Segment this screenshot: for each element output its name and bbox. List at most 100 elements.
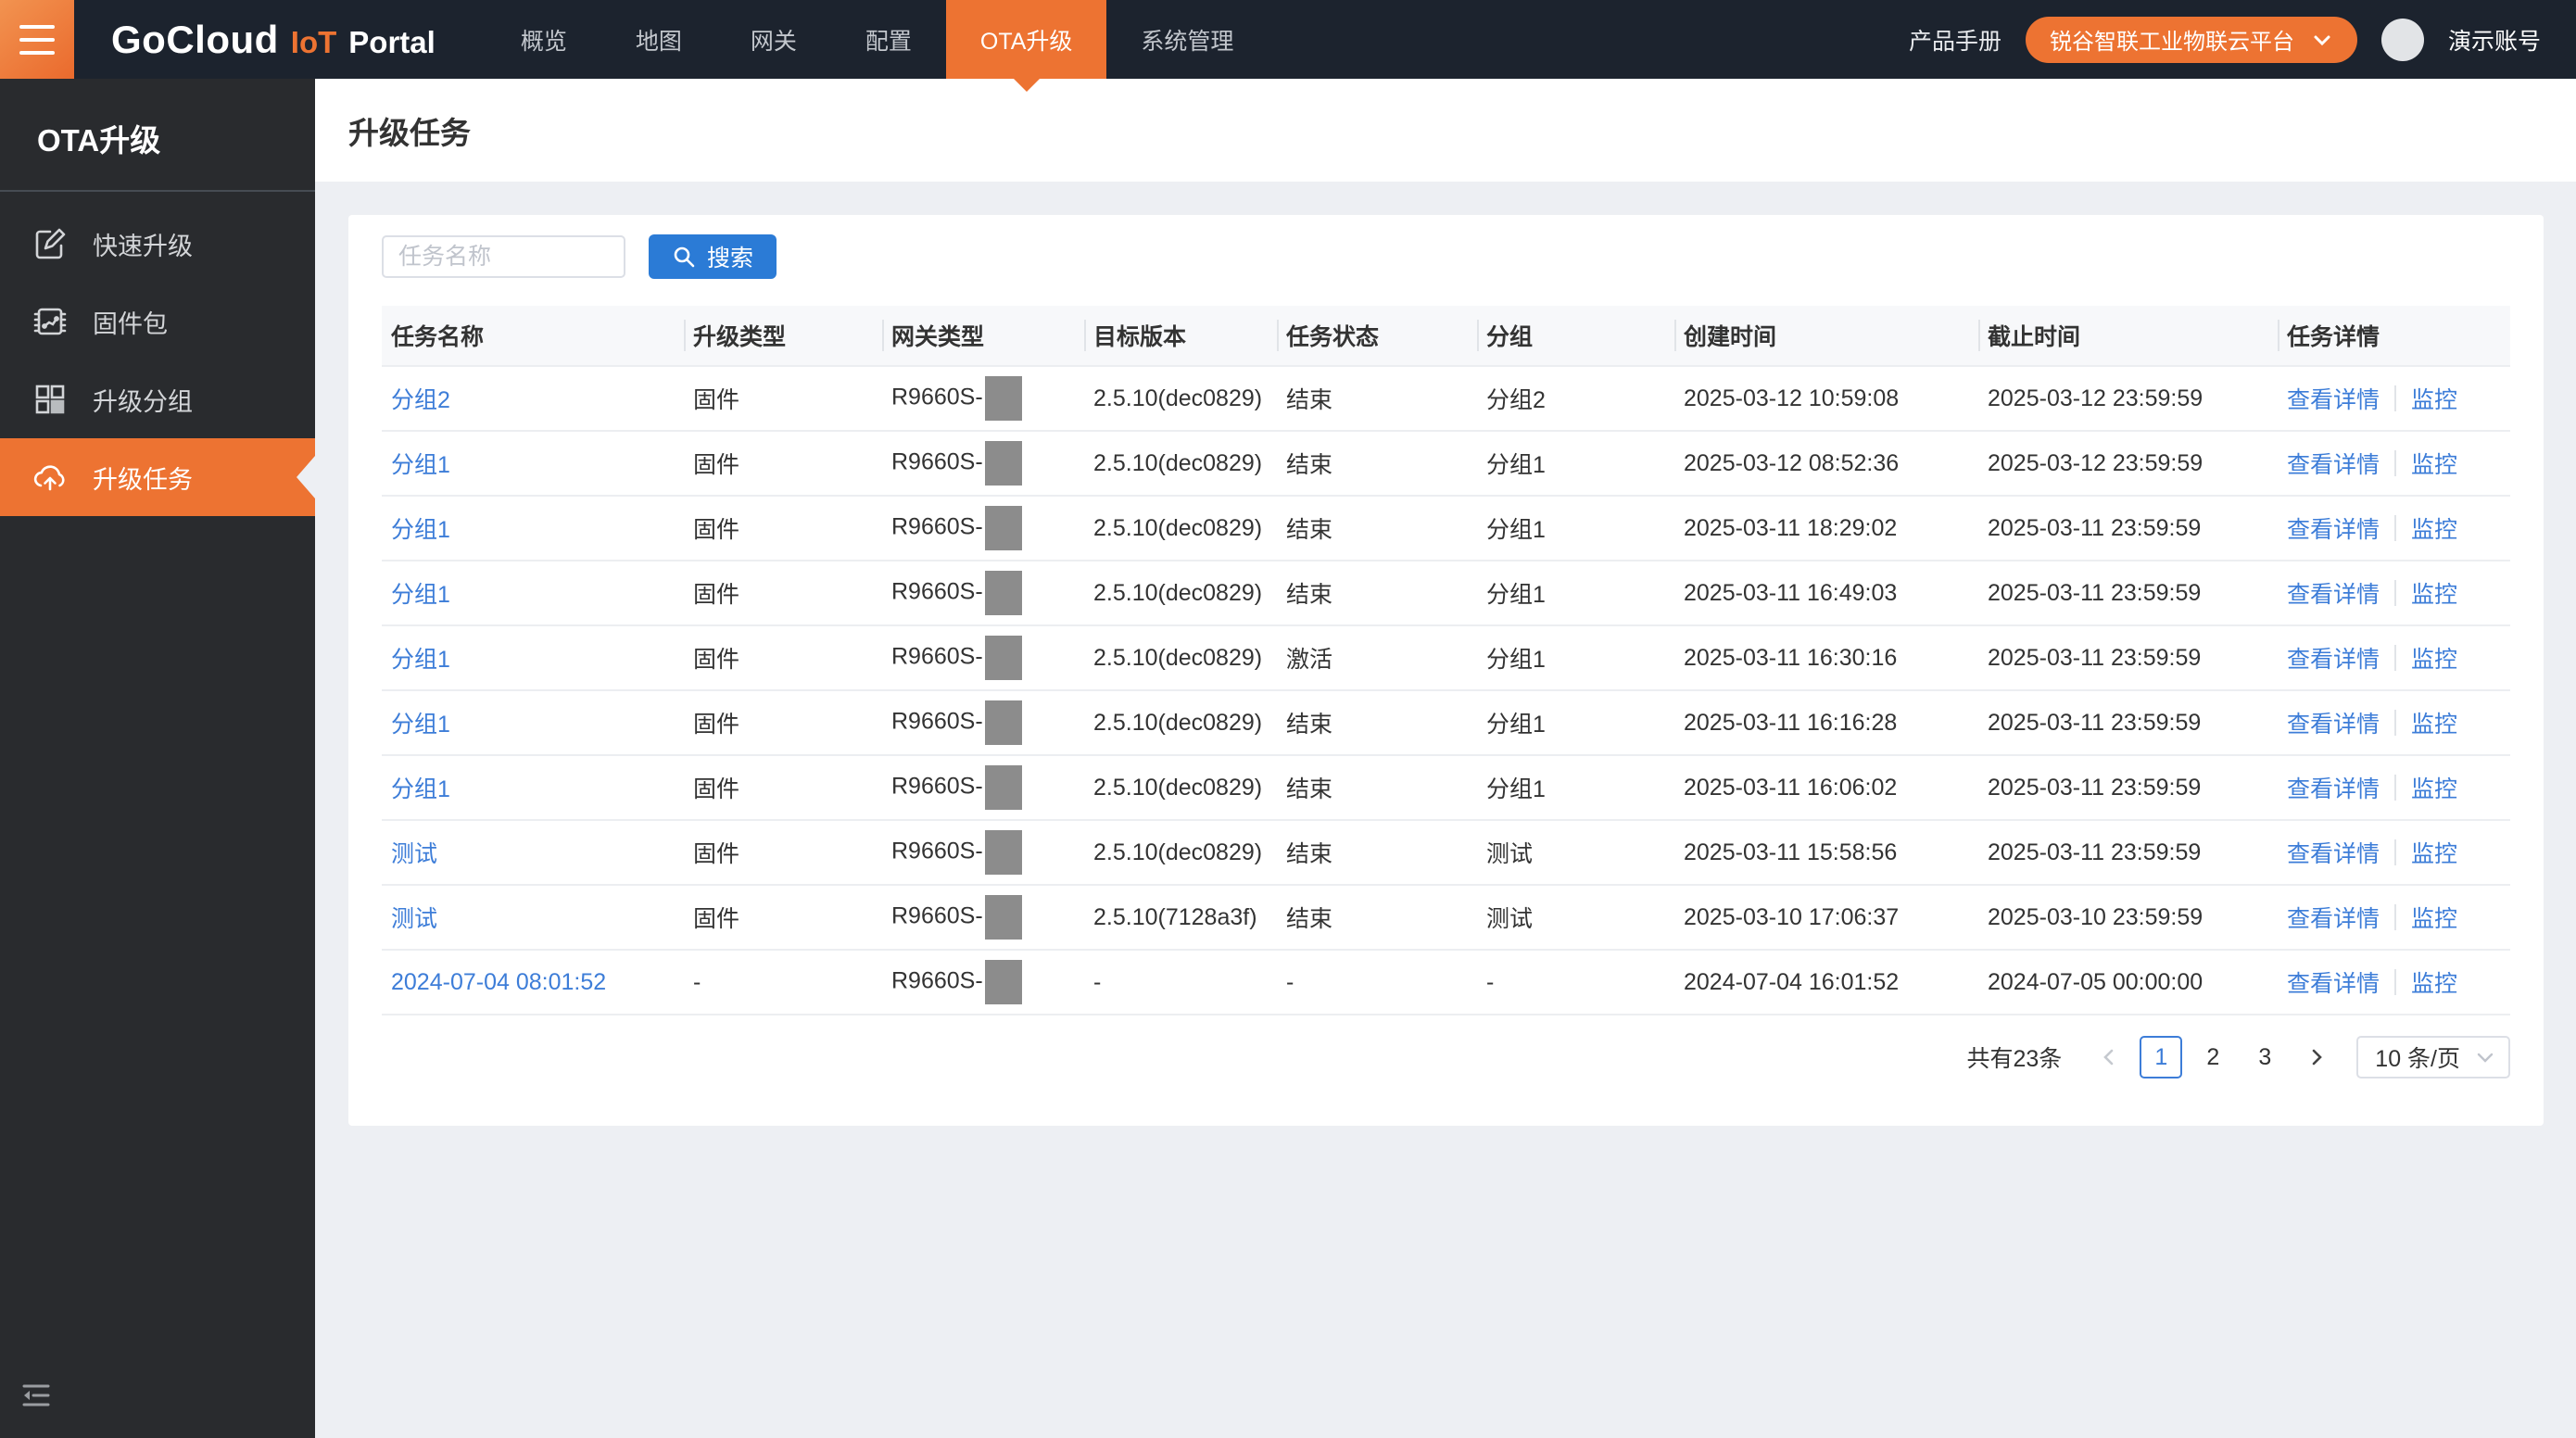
monitor-link[interactable]: 监控 — [2411, 706, 2457, 739]
nav-item-system-admin[interactable]: 系统管理 — [1106, 0, 1268, 79]
action-divider — [2394, 645, 2396, 671]
upgrade-type-cell: 固件 — [693, 776, 739, 802]
view-detail-link[interactable]: 查看详情 — [2287, 965, 2380, 999]
sidebar-item-upgrade-task[interactable]: 升级任务 — [0, 438, 315, 516]
task-name-search-input[interactable] — [382, 235, 625, 278]
view-detail-link[interactable]: 查看详情 — [2287, 382, 2380, 415]
view-detail-link[interactable]: 查看详情 — [2287, 771, 2380, 804]
created-at-cell: 2025-03-11 15:58:56 — [1684, 839, 1897, 865]
prev-page-button[interactable] — [2088, 1036, 2130, 1078]
monitor-link[interactable]: 监控 — [2411, 641, 2457, 675]
nav-item-config[interactable]: 配置 — [831, 0, 946, 79]
page-size-label: 10 条/页 — [2375, 1041, 2460, 1074]
table-row: 分组1 固件 R9660S- 2.5.10(dec0829) 结束 分组1 20… — [382, 496, 2510, 561]
search-button[interactable]: 搜索 — [649, 234, 777, 279]
action-divider — [2394, 904, 2396, 930]
col-task-status: 任务状态 — [1277, 306, 1477, 366]
nav-item-overview[interactable]: 概览 — [486, 0, 601, 79]
group-cell: 测试 — [1486, 841, 1533, 867]
sidebar-item-quick-upgrade[interactable]: 快速升级 — [0, 205, 315, 283]
task-status-cell: 结束 — [1286, 712, 1332, 738]
action-divider — [2394, 839, 2396, 865]
view-detail-link[interactable]: 查看详情 — [2287, 641, 2380, 675]
product-manual-link[interactable]: 产品手册 — [1909, 23, 2001, 57]
sidebar-item-upgrade-group[interactable]: 升级分组 — [0, 360, 315, 438]
monitor-link[interactable]: 监控 — [2411, 447, 2457, 480]
group-icon — [30, 382, 70, 417]
main-content: 升级任务 搜索 任务名称 升级类型 — [315, 79, 2576, 1438]
view-detail-link[interactable]: 查看详情 — [2287, 511, 2380, 545]
view-detail-link[interactable]: 查看详情 — [2287, 706, 2380, 739]
task-name-link[interactable]: 分组1 — [391, 647, 450, 673]
upgrade-type-cell: 固件 — [693, 387, 739, 413]
created-at-cell: 2025-03-11 16:49:03 — [1684, 580, 1897, 606]
task-name-link[interactable]: 分组1 — [391, 712, 450, 738]
task-name-link[interactable]: 测试 — [391, 906, 437, 932]
target-version-cell: 2.5.10(dec0829) — [1093, 515, 1262, 541]
monitor-link[interactable]: 监控 — [2411, 511, 2457, 545]
deadline-cell: 2025-03-10 23:59:59 — [1988, 904, 2203, 930]
upgrade-type-cell: 固件 — [693, 582, 739, 608]
action-divider — [2394, 515, 2396, 541]
upgrade-type-cell: - — [693, 969, 701, 995]
redacted-block — [985, 571, 1022, 615]
created-at-cell: 2025-03-11 16:16:28 — [1684, 710, 1897, 736]
deadline-cell: 2025-03-12 23:59:59 — [1988, 450, 2203, 476]
group-cell: - — [1486, 969, 1494, 995]
monitor-link[interactable]: 监控 — [2411, 965, 2457, 999]
view-detail-link[interactable]: 查看详情 — [2287, 836, 2380, 869]
created-at-cell: 2025-03-12 10:59:08 — [1684, 385, 1899, 411]
task-table-body: 分组2 固件 R9660S- 2.5.10(dec0829) 结束 分组2 20… — [382, 366, 2510, 1015]
next-page-button[interactable] — [2295, 1036, 2338, 1078]
chevron-down-icon — [2475, 1047, 2495, 1067]
monitor-link[interactable]: 监控 — [2411, 576, 2457, 610]
avatar[interactable] — [2381, 19, 2424, 61]
table-row: 分组1 固件 R9660S- 2.5.10(dec0829) 结束 分组1 20… — [382, 755, 2510, 820]
table-row: 2024-07-04 08:01:52 - R9660S- - - - 2024… — [382, 950, 2510, 1015]
monitor-link[interactable]: 监控 — [2411, 382, 2457, 415]
task-name-link[interactable]: 分组1 — [391, 452, 450, 478]
sidebar: OTA升级 快速升级 固件包 — [0, 79, 315, 1438]
row-actions: 查看详情 监控 — [2287, 511, 2510, 545]
task-name-link[interactable]: 分组1 — [391, 582, 450, 608]
sidebar-collapse-icon[interactable] — [20, 1381, 52, 1414]
topbar: GoCloud IoT Portal 概览 地图 网关 配置 OTA升级 系统管… — [0, 0, 2576, 79]
gateway-type-cell: R9660S- — [891, 839, 983, 864]
sidebar-item-firmware-package[interactable]: 固件包 — [0, 283, 315, 360]
logo-sub: IoT — [291, 25, 336, 60]
row-actions: 查看详情 监控 — [2287, 576, 2510, 610]
monitor-link[interactable]: 监控 — [2411, 901, 2457, 934]
nav-item-ota-upgrade[interactable]: OTA升级 — [946, 0, 1107, 79]
target-version-cell: - — [1093, 969, 1101, 995]
page-button-1[interactable]: 1 — [2140, 1036, 2182, 1078]
row-actions: 查看详情 监控 — [2287, 641, 2510, 675]
task-name-link[interactable]: 分组1 — [391, 776, 450, 802]
app-logo: GoCloud IoT Portal — [111, 18, 436, 62]
monitor-link[interactable]: 监控 — [2411, 771, 2457, 804]
task-name-link[interactable]: 2024-07-04 08:01:52 — [391, 969, 606, 995]
sidebar-divider — [0, 190, 315, 192]
action-divider — [2394, 450, 2396, 476]
task-name-link[interactable]: 分组2 — [391, 387, 450, 413]
task-name-link[interactable]: 测试 — [391, 841, 437, 867]
redacted-block — [985, 376, 1022, 421]
page-button-3[interactable]: 3 — [2243, 1036, 2286, 1078]
monitor-link[interactable]: 监控 — [2411, 836, 2457, 869]
nav-item-map[interactable]: 地图 — [601, 0, 716, 79]
view-detail-link[interactable]: 查看详情 — [2287, 576, 2380, 610]
task-status-cell: 结束 — [1286, 906, 1332, 932]
col-task-name: 任务名称 — [382, 306, 684, 366]
page-title: 升级任务 — [348, 108, 471, 153]
nav-item-gateway[interactable]: 网关 — [716, 0, 831, 79]
gateway-type-cell: R9660S- — [891, 968, 983, 994]
table-row: 分组1 固件 R9660S- 2.5.10(dec0829) 结束 分组1 20… — [382, 561, 2510, 625]
chevron-down-icon — [2311, 29, 2333, 51]
page-size-select[interactable]: 10 条/页 — [2356, 1036, 2510, 1078]
view-detail-link[interactable]: 查看详情 — [2287, 901, 2380, 934]
platform-selector-button[interactable]: 锐谷智联工业物联云平台 — [2026, 17, 2357, 63]
hamburger-menu-icon[interactable] — [0, 0, 74, 79]
page-button-2[interactable]: 2 — [2191, 1036, 2234, 1078]
view-detail-link[interactable]: 查看详情 — [2287, 447, 2380, 480]
task-name-link[interactable]: 分组1 — [391, 517, 450, 543]
redacted-block — [985, 765, 1022, 810]
